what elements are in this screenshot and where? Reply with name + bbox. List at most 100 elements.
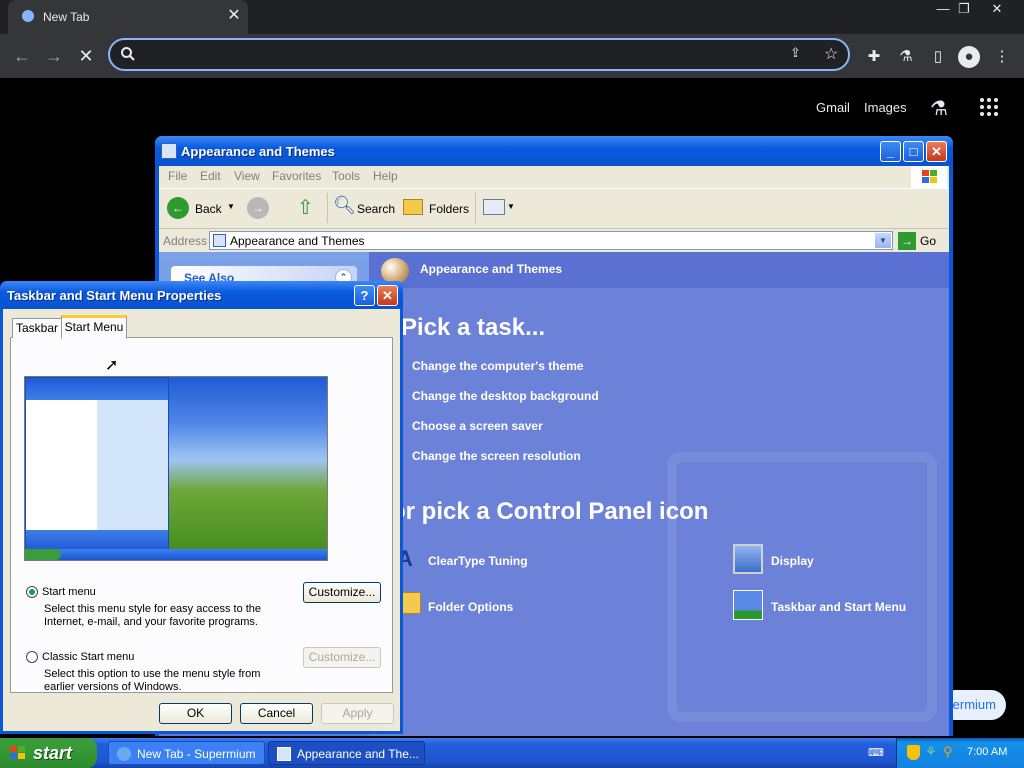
- start-menu-preview-image: [24, 376, 328, 561]
- preview-taskbar: [25, 549, 327, 560]
- taskbar-item[interactable]: New Tab - Supermium: [108, 741, 265, 765]
- start-menu-option-label[interactable]: Start menu: [42, 586, 96, 598]
- windows-logo-icon: [911, 166, 947, 188]
- start-label: start: [33, 743, 73, 763]
- keyboard-icon[interactable]: ⌨: [868, 746, 884, 759]
- back-button[interactable]: Back: [195, 202, 222, 216]
- tab-taskbar[interactable]: Taskbar: [12, 318, 62, 338]
- forward-arrow-icon[interactable]: →: [247, 197, 269, 219]
- search-icon: [121, 47, 135, 61]
- close-button[interactable]: ✕: [377, 285, 398, 306]
- folders-icon[interactable]: [403, 199, 423, 215]
- labs-flask-icon[interactable]: ⚗: [895, 46, 917, 68]
- back-arrow-icon[interactable]: ←: [8, 42, 36, 70]
- window-title: Appearance and Themes: [181, 144, 335, 159]
- bookmark-star-icon[interactable]: ☆: [824, 44, 842, 63]
- control-panel-icon-link[interactable]: Taskbar and Start Menu: [771, 600, 906, 614]
- go-arrow-icon[interactable]: →: [898, 232, 916, 250]
- task-link[interactable]: Choose a screen saver: [412, 419, 543, 433]
- customize-classic-button[interactable]: Customize...: [303, 647, 381, 668]
- system-tray: ⚘ ⚲ 7:00 AM: [896, 738, 1024, 768]
- menu-file[interactable]: File: [168, 169, 187, 183]
- network-icon[interactable]: ⚘: [925, 744, 941, 760]
- maximize-button[interactable]: □: [903, 141, 924, 162]
- window-restore-button[interactable]: ❐: [947, 0, 981, 18]
- dialog-titlebar[interactable]: Taskbar and Start Menu Properties ? ✕: [0, 281, 403, 309]
- back-dropdown-icon[interactable]: ▼: [227, 202, 235, 211]
- close-button[interactable]: ✕: [926, 141, 947, 162]
- pick-icon-heading: or pick a Control Panel icon: [391, 498, 709, 525]
- go-button[interactable]: Go: [920, 234, 936, 248]
- tab-close-icon[interactable]: ✕: [224, 6, 244, 26]
- preview-start-menu: [25, 377, 169, 551]
- task-link[interactable]: Change the computer's theme: [412, 359, 584, 373]
- gmail-link[interactable]: Gmail: [816, 100, 850, 115]
- address-dropdown-icon[interactable]: ▼: [875, 233, 891, 248]
- search-button[interactable]: Search: [357, 202, 395, 216]
- share-icon[interactable]: ⇪: [790, 45, 808, 63]
- forward-arrow-icon[interactable]: →: [40, 42, 68, 70]
- supermium-icon: [117, 747, 131, 761]
- stop-loading-icon[interactable]: ✕: [72, 42, 100, 70]
- classic-start-menu-description: Select this option to use the menu style…: [44, 668, 261, 693]
- menu-help[interactable]: Help: [373, 169, 398, 183]
- address-field[interactable]: Appearance and Themes ▼: [209, 231, 893, 250]
- window-titlebar[interactable]: Appearance and Themes _ □ ✕: [155, 136, 953, 166]
- taskbar-start-menu-icon[interactable]: [733, 590, 763, 620]
- back-arrow-icon[interactable]: ←: [167, 197, 189, 219]
- help-button[interactable]: ?: [354, 285, 375, 306]
- menu-tools[interactable]: Tools: [332, 169, 360, 183]
- windows-logo-icon: [10, 746, 26, 760]
- views-dropdown-icon[interactable]: ▼: [507, 202, 515, 211]
- window-close-button[interactable]: ✕: [980, 0, 1014, 18]
- taskbar-item-label: New Tab - Supermium: [137, 747, 256, 761]
- views-icon[interactable]: [483, 199, 505, 215]
- customize-start-menu-button[interactable]: Customize...: [303, 582, 381, 603]
- classic-start-menu-radio[interactable]: [26, 651, 38, 663]
- control-panel-icon: [213, 234, 226, 247]
- cancel-button[interactable]: Cancel: [240, 703, 313, 724]
- images-link[interactable]: Images: [864, 100, 907, 115]
- control-panel-icon-link[interactable]: ClearType Tuning: [428, 554, 528, 568]
- control-panel-icon: [277, 747, 291, 761]
- browser-tab[interactable]: New Tab ✕: [8, 0, 248, 34]
- task-link[interactable]: Change the desktop background: [412, 389, 599, 403]
- mouse-cursor-icon: ➚: [105, 357, 119, 374]
- pick-task-heading: Pick a task...: [401, 314, 546, 341]
- start-menu-description: Select this menu style for easy access t…: [44, 603, 262, 628]
- start-menu-radio[interactable]: [26, 586, 38, 598]
- labs-flask-icon[interactable]: ⚗: [930, 96, 954, 120]
- dialog-title: Taskbar and Start Menu Properties: [7, 288, 222, 303]
- minimize-button[interactable]: _: [880, 141, 901, 162]
- extensions-puzzle-icon[interactable]: ✚: [863, 46, 885, 68]
- tab-favicon-icon: [22, 10, 34, 22]
- search-icon[interactable]: 🔍︎: [333, 195, 356, 216]
- display-icon[interactable]: [733, 544, 763, 574]
- taskbar-item[interactable]: Appearance and The...: [268, 741, 425, 765]
- classic-start-menu-option-label[interactable]: Classic Start menu: [42, 651, 134, 663]
- start-button[interactable]: start: [0, 738, 97, 768]
- chrome-menu-icon[interactable]: ⋮: [991, 46, 1013, 68]
- control-panel-icon-link[interactable]: Display: [771, 554, 814, 568]
- side-panel-icon[interactable]: ▯: [927, 46, 949, 68]
- clock[interactable]: 7:00 AM: [967, 746, 1007, 758]
- address-value[interactable]: Appearance and Themes: [230, 234, 365, 248]
- menu-edit[interactable]: Edit: [200, 169, 221, 183]
- omnibox[interactable]: ⇪ ☆: [108, 38, 850, 71]
- folders-button[interactable]: Folders: [429, 202, 469, 216]
- search-tray-icon[interactable]: ⚲: [943, 744, 959, 760]
- menu-view[interactable]: View: [234, 169, 260, 183]
- control-panel-icon-link[interactable]: Folder Options: [428, 600, 513, 614]
- up-folder-icon[interactable]: ⇧: [297, 195, 319, 219]
- dialog-body: Start menu Select this menu style for ea…: [3, 309, 400, 731]
- menu-favorites[interactable]: Favorites: [272, 169, 321, 183]
- profile-avatar-icon[interactable]: ●: [958, 46, 980, 68]
- properties-dialog: Taskbar and Start Menu Properties ? ✕ St…: [0, 281, 403, 734]
- security-shield-icon[interactable]: [907, 745, 920, 760]
- ok-button[interactable]: OK: [159, 703, 232, 724]
- taskbar-item-label: Appearance and The...: [297, 747, 419, 761]
- tab-start-menu[interactable]: Start Menu: [61, 315, 127, 339]
- apply-button[interactable]: Apply: [321, 703, 394, 724]
- apps-grid-icon[interactable]: [980, 98, 1000, 118]
- task-link[interactable]: Change the screen resolution: [412, 449, 581, 463]
